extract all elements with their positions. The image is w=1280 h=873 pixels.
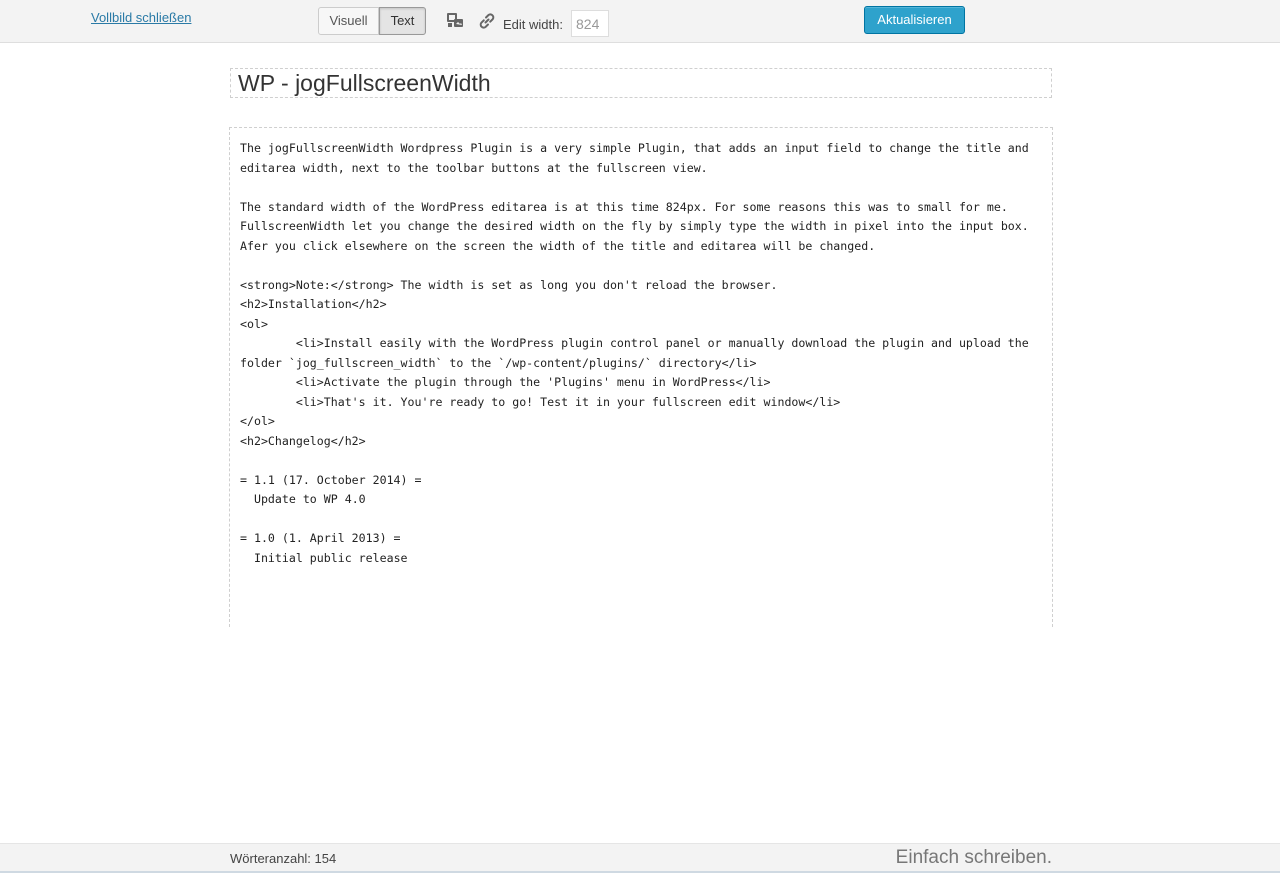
edit-width-input[interactable] [571, 10, 609, 37]
post-content: The jogFullscreenWidth Wordpress Plugin … [240, 141, 1029, 565]
word-count: Wörteranzahl: 154 [230, 851, 337, 866]
post-title: WP - jogFullscreenWidth [238, 70, 491, 96]
tagline: Einfach schreiben. [895, 847, 1052, 868]
post-title-field[interactable]: WP - jogFullscreenWidth [230, 68, 1052, 98]
editor-mode-switch: Visuell Text [318, 7, 426, 35]
tab-text[interactable]: Text [379, 7, 426, 35]
update-button[interactable]: Aktualisieren [864, 6, 965, 34]
fullscreen-toolbar: Vollbild schließen Visuell Text Edit wid… [0, 0, 1280, 43]
link-icon[interactable] [477, 11, 497, 31]
close-fullscreen-link[interactable]: Vollbild schließen [91, 10, 191, 25]
text-editor-area[interactable]: The jogFullscreenWidth Wordpress Plugin … [229, 127, 1053, 627]
media-icon[interactable] [445, 11, 465, 31]
edit-width-label: Edit width: [503, 17, 563, 32]
tab-visual[interactable]: Visuell [318, 7, 379, 35]
status-bar: Wörteranzahl: 154 Einfach schreiben. [0, 843, 1280, 873]
